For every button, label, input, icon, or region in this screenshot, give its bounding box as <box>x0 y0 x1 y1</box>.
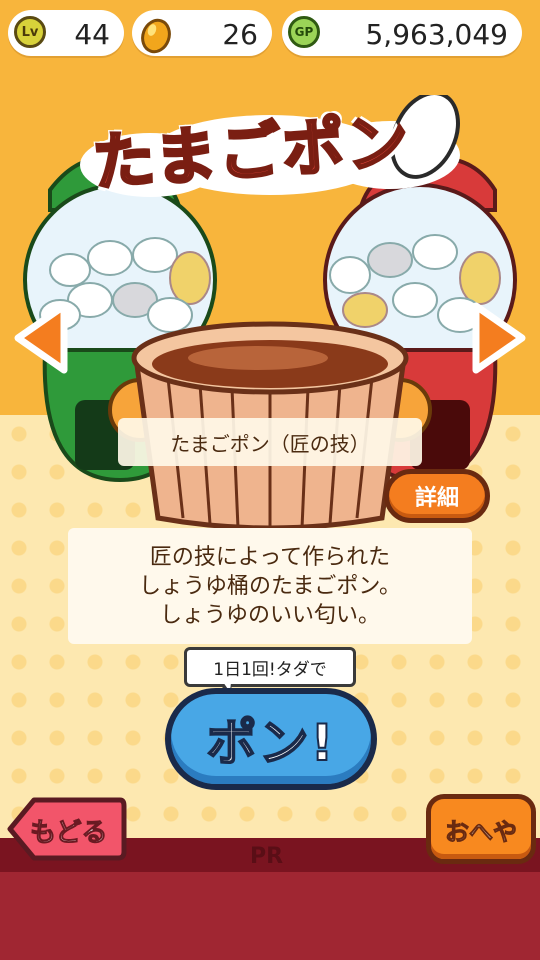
description-line: 匠の技によって作られた <box>149 544 391 570</box>
pon-button[interactable]: ポン! <box>165 688 377 790</box>
machine-name-plate: たまごポン（匠の技） <box>118 418 422 466</box>
next-machine-arrow[interactable] <box>468 300 528 376</box>
egg-count-value: 26 <box>222 18 258 51</box>
egg-counter: 26 <box>132 10 272 56</box>
description-line: しょうゆ桶のたまごポン。 <box>138 573 402 599</box>
free-once-daily-bubble: 1日1回!タダで <box>184 647 356 687</box>
detail-button[interactable]: 詳細 <box>384 469 490 523</box>
level-counter: Lv 44 <box>8 10 124 56</box>
golden-egg-icon <box>141 18 171 54</box>
gp-badge-icon: GP <box>288 16 320 48</box>
prev-machine-arrow[interactable] <box>12 300 72 376</box>
pr-label: PR <box>250 844 284 869</box>
level-value: 44 <box>74 18 110 51</box>
room-button[interactable]: おへや <box>426 794 536 864</box>
gp-value: 5,963,049 <box>365 18 508 51</box>
gp-counter: GP 5,963,049 <box>282 10 522 56</box>
level-badge-icon: Lv <box>14 16 46 48</box>
machine-description: 匠の技によって作られた しょうゆ桶のたまごポン。 しょうゆのいい匂い。 <box>68 528 472 644</box>
back-label: もどる <box>29 818 108 849</box>
description-line: しょうゆのいい匂い。 <box>159 602 380 628</box>
